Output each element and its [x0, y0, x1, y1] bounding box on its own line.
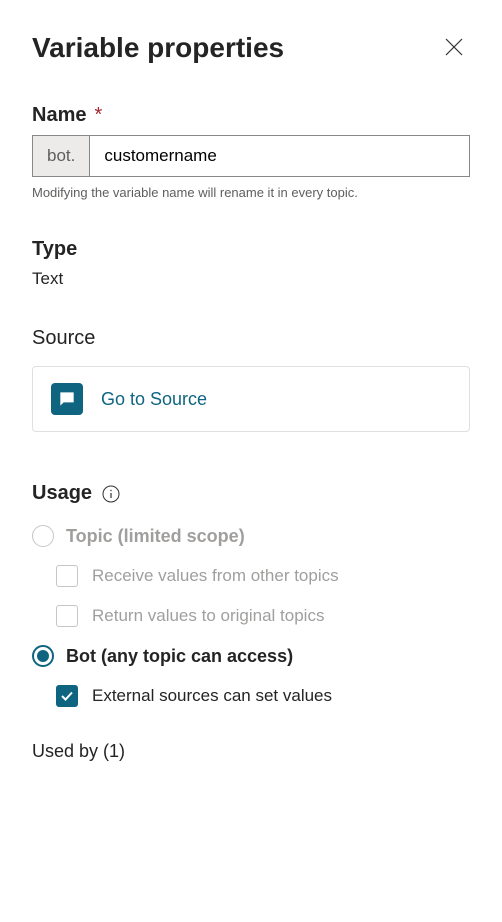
checkbox-receive-label: Receive values from other topics: [92, 566, 339, 586]
radio-circle-icon: [32, 525, 54, 547]
required-marker: *: [94, 104, 102, 127]
panel-title: Variable properties: [32, 32, 284, 64]
radio-bot-label: Bot (any topic can access): [66, 646, 293, 667]
checkbox-icon: [56, 605, 78, 627]
radio-topic[interactable]: Topic (limited scope): [32, 525, 470, 547]
chat-icon: [51, 383, 83, 415]
type-value: Text: [32, 269, 470, 289]
type-label: Type: [32, 238, 470, 261]
info-icon[interactable]: [102, 485, 120, 503]
checkbox-icon: [56, 685, 78, 707]
source-link-text: Go to Source: [101, 389, 207, 410]
name-field-container: bot.: [32, 135, 470, 177]
name-label: Name *: [32, 104, 470, 127]
checkbox-return[interactable]: Return values to original topics: [56, 605, 470, 627]
checkbox-external[interactable]: External sources can set values: [56, 685, 470, 707]
name-prefix: bot.: [33, 136, 90, 176]
usage-label: Usage: [32, 482, 92, 505]
source-card[interactable]: Go to Source: [32, 366, 470, 432]
close-icon: [445, 38, 463, 59]
close-button[interactable]: [438, 32, 470, 64]
checkbox-return-label: Return values to original topics: [92, 606, 324, 626]
checkbox-icon: [56, 565, 78, 587]
name-label-text: Name: [32, 104, 86, 127]
radio-bot[interactable]: Bot (any topic can access): [32, 645, 470, 667]
used-by-label[interactable]: Used by (1): [32, 741, 470, 762]
name-input[interactable]: [90, 136, 469, 176]
name-helper-text: Modifying the variable name will rename …: [32, 185, 470, 200]
checkbox-external-label: External sources can set values: [92, 686, 332, 706]
radio-circle-icon: [32, 645, 54, 667]
radio-topic-label: Topic (limited scope): [66, 526, 245, 547]
checkbox-receive[interactable]: Receive values from other topics: [56, 565, 470, 587]
source-label: Source: [32, 327, 470, 350]
